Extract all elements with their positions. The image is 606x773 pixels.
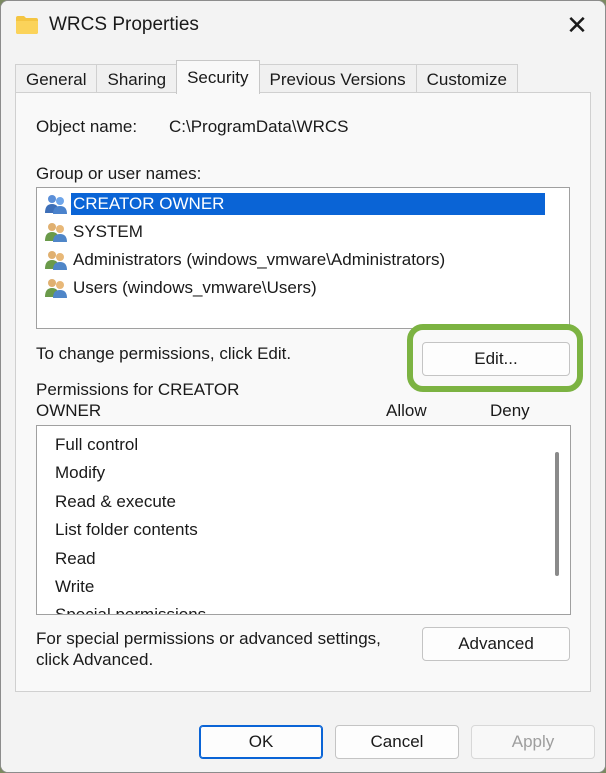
allow-column-header: Allow xyxy=(386,401,427,420)
permissions-list[interactable]: Full control Modify Read & execute List … xyxy=(36,425,571,615)
close-icon: ✕ xyxy=(566,9,588,40)
user-name: SYSTEM xyxy=(73,221,143,241)
permission-row: Read xyxy=(55,549,96,568)
deny-column-header: Deny xyxy=(490,401,530,420)
title-bar: WRCS Properties ✕ xyxy=(1,1,605,51)
tab-general[interactable]: General xyxy=(15,64,98,94)
apply-button[interactable]: Apply xyxy=(471,725,595,759)
tab-customize[interactable]: Customize xyxy=(415,64,518,94)
permission-row: Write xyxy=(55,577,95,596)
folder-icon xyxy=(16,16,38,34)
user-name: Users (windows_vmware\Users) xyxy=(73,277,317,297)
cancel-button[interactable]: Cancel xyxy=(335,725,459,759)
ok-button[interactable]: OK xyxy=(199,725,323,759)
change-permissions-hint: To change permissions, click Edit. xyxy=(36,344,292,363)
scrollbar-thumb[interactable] xyxy=(555,452,559,576)
permission-row: List folder contents xyxy=(55,520,198,539)
permission-row: Modify xyxy=(55,463,106,482)
tab-sharing[interactable]: Sharing xyxy=(96,64,178,94)
list-item-administrators[interactable]: Administrators (windows_vmware\Administr… xyxy=(40,246,447,273)
object-name-value: C:\ProgramData\WRCS xyxy=(169,117,349,136)
permission-row: Read & execute xyxy=(55,492,176,511)
permissions-for-label-line2: OWNER xyxy=(36,401,102,420)
permission-row: Special permissions xyxy=(55,605,207,615)
tab-previous-versions[interactable]: Previous Versions xyxy=(258,64,417,94)
permission-row: Full control xyxy=(55,435,139,454)
advanced-button[interactable]: Advanced xyxy=(422,627,570,661)
user-listbox[interactable]: CREATOR OWNER SYSTEM Administrators (win… xyxy=(36,187,570,329)
permissions-scrollbar[interactable] xyxy=(544,426,570,614)
group-label: Group or user names: xyxy=(36,164,202,183)
advanced-hint: For special permissions or advanced sett… xyxy=(36,629,381,648)
user-group-icon xyxy=(45,194,67,214)
list-item-system[interactable]: SYSTEM xyxy=(40,218,145,245)
advanced-hint-line2: click Advanced. xyxy=(36,650,154,669)
close-button[interactable]: ✕ xyxy=(549,1,605,49)
user-group-icon xyxy=(45,250,67,270)
user-name: CREATOR OWNER xyxy=(71,192,545,215)
object-name-label: Object name: xyxy=(36,117,138,136)
tab-strip: General Sharing Security Previous Versio… xyxy=(15,60,518,94)
user-group-icon xyxy=(45,222,67,242)
list-item-users[interactable]: Users (windows_vmware\Users) xyxy=(40,274,319,301)
edit-button[interactable]: Edit... xyxy=(422,342,570,376)
list-item-creator-owner[interactable]: CREATOR OWNER xyxy=(40,190,545,217)
window-title: WRCS Properties xyxy=(49,14,199,35)
properties-window: WRCS Properties ✕ General Sharing Securi… xyxy=(0,0,606,773)
user-name: Administrators (windows_vmware\Administr… xyxy=(73,249,446,269)
tab-security[interactable]: Security xyxy=(176,60,260,94)
permissions-for-label: Permissions for CREATOR xyxy=(36,380,240,399)
user-group-icon xyxy=(45,278,67,298)
dialog-footer: OK Cancel Apply xyxy=(1,701,605,772)
security-panel: Object name: C:\ProgramData\WRCS Group o… xyxy=(15,92,591,692)
